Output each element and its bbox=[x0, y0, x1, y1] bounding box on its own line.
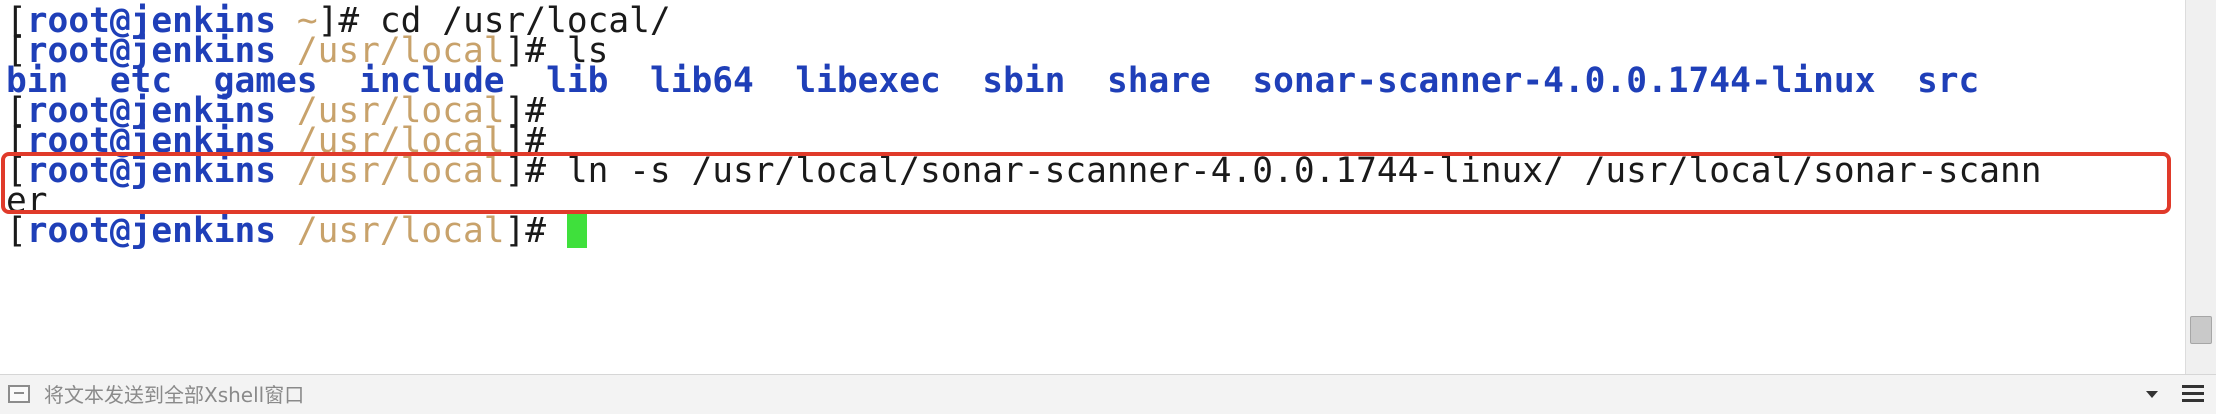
directory-entry: lib64 bbox=[649, 61, 754, 101]
vertical-scrollbar[interactable] bbox=[2185, 0, 2216, 374]
compose-bar bbox=[0, 374, 2216, 414]
directory-entry: src bbox=[1917, 61, 1980, 101]
directory-entry: share bbox=[1106, 61, 1211, 101]
prompt-path: /usr/local bbox=[296, 211, 505, 251]
directory-entry: sonar-scanner-4.0.0.1744-linux bbox=[1252, 61, 1876, 101]
directory-entry: lib bbox=[546, 61, 609, 101]
terminal-output[interactable]: [root@jenkins ~]# cd /usr/local/ [root@j… bbox=[0, 0, 2186, 374]
hamburger-menu-icon[interactable] bbox=[2182, 384, 2204, 404]
terminal-cursor bbox=[566, 212, 587, 248]
send-to-all-input[interactable] bbox=[44, 379, 2104, 411]
prompt-user: root@jenkins bbox=[26, 211, 277, 251]
chevron-down-icon[interactable] bbox=[2146, 391, 2158, 398]
highlight-annotation-box bbox=[1, 152, 2171, 214]
directory-entry: sbin bbox=[982, 61, 1066, 101]
scrollbar-thumb[interactable] bbox=[2190, 316, 2212, 344]
directory-entry: libexec bbox=[795, 61, 941, 101]
send-to-all-icon[interactable] bbox=[8, 385, 30, 403]
terminal-line-current[interactable]: [root@jenkins /usr/local]# bbox=[6, 210, 587, 252]
